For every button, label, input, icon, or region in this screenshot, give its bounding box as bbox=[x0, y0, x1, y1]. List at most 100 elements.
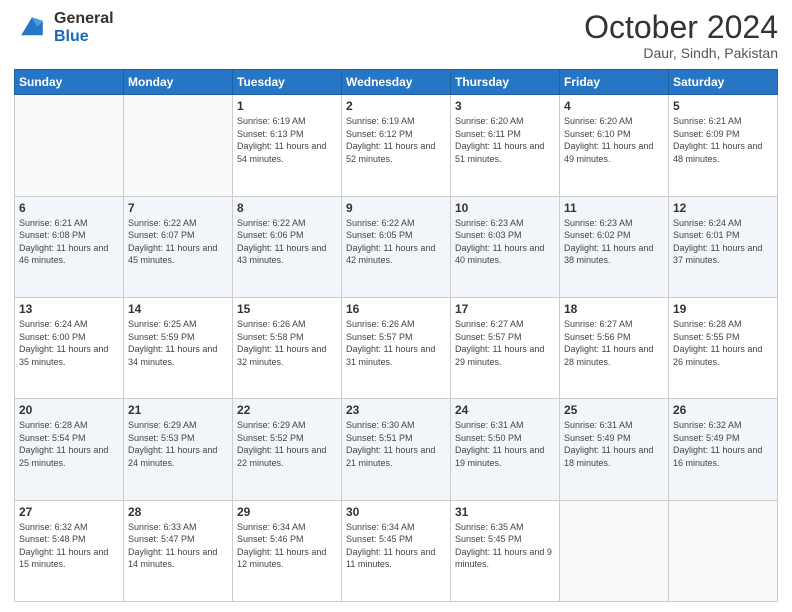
day-info: Sunrise: 6:24 AMSunset: 6:01 PMDaylight:… bbox=[673, 217, 773, 267]
logo: General Blue bbox=[14, 10, 114, 46]
location-title: Daur, Sindh, Pakistan bbox=[584, 45, 778, 61]
calendar-cell: 8Sunrise: 6:22 AMSunset: 6:06 PMDaylight… bbox=[233, 196, 342, 297]
day-number: 27 bbox=[19, 505, 119, 519]
day-number: 1 bbox=[237, 99, 337, 113]
title-block: October 2024 Daur, Sindh, Pakistan bbox=[584, 10, 778, 61]
day-info: Sunrise: 6:21 AMSunset: 6:09 PMDaylight:… bbox=[673, 115, 773, 165]
day-info: Sunrise: 6:19 AMSunset: 6:13 PMDaylight:… bbox=[237, 115, 337, 165]
day-header-tuesday: Tuesday bbox=[233, 70, 342, 95]
day-info: Sunrise: 6:24 AMSunset: 6:00 PMDaylight:… bbox=[19, 318, 119, 368]
day-header-saturday: Saturday bbox=[669, 70, 778, 95]
day-header-sunday: Sunday bbox=[15, 70, 124, 95]
logo-icon bbox=[14, 10, 50, 46]
calendar-cell bbox=[669, 500, 778, 601]
day-number: 16 bbox=[346, 302, 446, 316]
calendar-cell: 28Sunrise: 6:33 AMSunset: 5:47 PMDayligh… bbox=[124, 500, 233, 601]
calendar-cell: 26Sunrise: 6:32 AMSunset: 5:49 PMDayligh… bbox=[669, 399, 778, 500]
day-info: Sunrise: 6:20 AMSunset: 6:11 PMDaylight:… bbox=[455, 115, 555, 165]
day-number: 18 bbox=[564, 302, 664, 316]
day-info: Sunrise: 6:31 AMSunset: 5:50 PMDaylight:… bbox=[455, 419, 555, 469]
day-info: Sunrise: 6:19 AMSunset: 6:12 PMDaylight:… bbox=[346, 115, 446, 165]
day-info: Sunrise: 6:28 AMSunset: 5:54 PMDaylight:… bbox=[19, 419, 119, 469]
logo-line1: General bbox=[54, 10, 114, 28]
day-number: 4 bbox=[564, 99, 664, 113]
calendar-cell: 23 Sunrise: 6:30 AMSunset: 5:51 PMDayligh… bbox=[342, 399, 451, 500]
calendar-cell: 19Sunrise: 6:28 AMSunset: 5:55 PMDayligh… bbox=[669, 297, 778, 398]
calendar-cell: 1 Sunrise: 6:19 AMSunset: 6:13 PMDaylight… bbox=[233, 95, 342, 196]
calendar-cell: 22 Sunrise: 6:29 AMSunset: 5:52 PMDayligh… bbox=[233, 399, 342, 500]
calendar-cell: 20 Sunrise: 6:28 AMSunset: 5:54 PMDayligh… bbox=[15, 399, 124, 500]
day-number: 11 bbox=[564, 201, 664, 215]
calendar-cell: 30Sunrise: 6:34 AMSunset: 5:45 PMDayligh… bbox=[342, 500, 451, 601]
calendar-cell: 12Sunrise: 6:24 AMSunset: 6:01 PMDayligh… bbox=[669, 196, 778, 297]
day-info: Sunrise: 6:29 AMSunset: 5:52 PMDaylight:… bbox=[237, 419, 337, 469]
day-info: Sunrise: 6:34 AMSunset: 5:46 PMDaylight:… bbox=[237, 521, 337, 571]
day-header-friday: Friday bbox=[560, 70, 669, 95]
day-header-thursday: Thursday bbox=[451, 70, 560, 95]
calendar-cell: 9 Sunrise: 6:22 AMSunset: 6:05 PMDaylight… bbox=[342, 196, 451, 297]
calendar-cell: 29 Sunrise: 6:34 AMSunset: 5:46 PMDayligh… bbox=[233, 500, 342, 601]
calendar-cell: 7Sunrise: 6:22 AMSunset: 6:07 PMDaylight… bbox=[124, 196, 233, 297]
day-number: 23 bbox=[346, 403, 446, 417]
calendar-header-row: SundayMondayTuesdayWednesdayThursdayFrid… bbox=[15, 70, 778, 95]
calendar: SundayMondayTuesdayWednesdayThursdayFrid… bbox=[14, 69, 778, 602]
day-info: Sunrise: 6:34 AMSunset: 5:45 PMDaylight:… bbox=[346, 521, 446, 571]
day-number: 14 bbox=[128, 302, 228, 316]
day-info: Sunrise: 6:26 AMSunset: 5:57 PMDaylight:… bbox=[346, 318, 446, 368]
day-number: 24 bbox=[455, 403, 555, 417]
logo-text: General Blue bbox=[54, 10, 114, 45]
day-number: 20 bbox=[19, 403, 119, 417]
calendar-cell: 10 Sunrise: 6:23 AMSunset: 6:03 PMDayligh… bbox=[451, 196, 560, 297]
day-info: Sunrise: 6:32 AMSunset: 5:48 PMDaylight:… bbox=[19, 521, 119, 571]
calendar-cell: 24 Sunrise: 6:31 AMSunset: 5:50 PMDayligh… bbox=[451, 399, 560, 500]
day-info: Sunrise: 6:26 AMSunset: 5:58 PMDaylight:… bbox=[237, 318, 337, 368]
day-header-monday: Monday bbox=[124, 70, 233, 95]
day-number: 7 bbox=[128, 201, 228, 215]
calendar-week-1: 1 Sunrise: 6:19 AMSunset: 6:13 PMDaylight… bbox=[15, 95, 778, 196]
calendar-cell: 2Sunrise: 6:19 AMSunset: 6:12 PMDaylight… bbox=[342, 95, 451, 196]
day-number: 6 bbox=[19, 201, 119, 215]
day-info: Sunrise: 6:35 AMSunset: 5:45 PMDaylight:… bbox=[455, 521, 555, 571]
calendar-cell: 11 Sunrise: 6:23 AMSunset: 6:02 PMDayligh… bbox=[560, 196, 669, 297]
day-number: 3 bbox=[455, 99, 555, 113]
calendar-cell: 6 Sunrise: 6:21 AMSunset: 6:08 PMDaylight… bbox=[15, 196, 124, 297]
day-number: 17 bbox=[455, 302, 555, 316]
day-number: 13 bbox=[19, 302, 119, 316]
calendar-week-4: 20 Sunrise: 6:28 AMSunset: 5:54 PMDayligh… bbox=[15, 399, 778, 500]
logo-line2: Blue bbox=[54, 28, 114, 46]
day-number: 22 bbox=[237, 403, 337, 417]
day-number: 29 bbox=[237, 505, 337, 519]
calendar-week-3: 13 Sunrise: 6:24 AMSunset: 6:00 PMDayligh… bbox=[15, 297, 778, 398]
day-info: Sunrise: 6:31 AMSunset: 5:49 PMDaylight:… bbox=[564, 419, 664, 469]
day-number: 5 bbox=[673, 99, 773, 113]
page: General Blue October 2024 Daur, Sindh, P… bbox=[0, 0, 792, 612]
month-title: October 2024 bbox=[584, 10, 778, 45]
day-info: Sunrise: 6:27 AMSunset: 5:57 PMDaylight:… bbox=[455, 318, 555, 368]
calendar-cell: 17 Sunrise: 6:27 AMSunset: 5:57 PMDayligh… bbox=[451, 297, 560, 398]
calendar-cell: 4Sunrise: 6:20 AMSunset: 6:10 PMDaylight… bbox=[560, 95, 669, 196]
day-info: Sunrise: 6:22 AMSunset: 6:06 PMDaylight:… bbox=[237, 217, 337, 267]
calendar-cell: 21Sunrise: 6:29 AMSunset: 5:53 PMDayligh… bbox=[124, 399, 233, 500]
calendar-cell: 5 Sunrise: 6:21 AMSunset: 6:09 PMDaylight… bbox=[669, 95, 778, 196]
calendar-cell bbox=[560, 500, 669, 601]
calendar-cell bbox=[124, 95, 233, 196]
day-info: Sunrise: 6:33 AMSunset: 5:47 PMDaylight:… bbox=[128, 521, 228, 571]
day-info: Sunrise: 6:30 AMSunset: 5:51 PMDaylight:… bbox=[346, 419, 446, 469]
calendar-cell: 25Sunrise: 6:31 AMSunset: 5:49 PMDayligh… bbox=[560, 399, 669, 500]
calendar-cell: 3 Sunrise: 6:20 AMSunset: 6:11 PMDaylight… bbox=[451, 95, 560, 196]
calendar-cell: 16 Sunrise: 6:26 AMSunset: 5:57 PMDayligh… bbox=[342, 297, 451, 398]
calendar-cell: 14 Sunrise: 6:25 AMSunset: 5:59 PMDayligh… bbox=[124, 297, 233, 398]
calendar-cell: 18Sunrise: 6:27 AMSunset: 5:56 PMDayligh… bbox=[560, 297, 669, 398]
day-number: 10 bbox=[455, 201, 555, 215]
day-info: Sunrise: 6:23 AMSunset: 6:02 PMDaylight:… bbox=[564, 217, 664, 267]
day-info: Sunrise: 6:22 AMSunset: 6:05 PMDaylight:… bbox=[346, 217, 446, 267]
calendar-week-5: 27 Sunrise: 6:32 AMSunset: 5:48 PMDayligh… bbox=[15, 500, 778, 601]
day-info: Sunrise: 6:23 AMSunset: 6:03 PMDaylight:… bbox=[455, 217, 555, 267]
day-number: 15 bbox=[237, 302, 337, 316]
day-info: Sunrise: 6:28 AMSunset: 5:55 PMDaylight:… bbox=[673, 318, 773, 368]
day-info: Sunrise: 6:25 AMSunset: 5:59 PMDaylight:… bbox=[128, 318, 228, 368]
day-number: 21 bbox=[128, 403, 228, 417]
header: General Blue October 2024 Daur, Sindh, P… bbox=[14, 10, 778, 61]
day-info: Sunrise: 6:21 AMSunset: 6:08 PMDaylight:… bbox=[19, 217, 119, 267]
day-number: 9 bbox=[346, 201, 446, 215]
